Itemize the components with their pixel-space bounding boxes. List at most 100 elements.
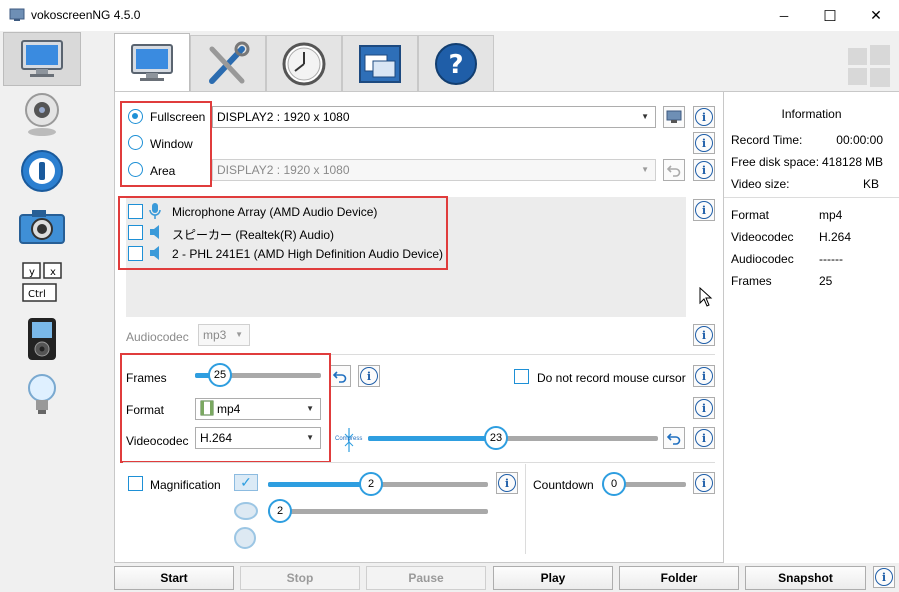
snapshot-button[interactable]: Snapshot bbox=[745, 566, 866, 590]
app-icon bbox=[9, 8, 25, 21]
info-audiocodec-value: ------ bbox=[819, 252, 843, 266]
folder-button[interactable]: Folder bbox=[619, 566, 739, 590]
videocodec-info-button[interactable]: i bbox=[693, 427, 715, 449]
free-disk-label: Free disk space: bbox=[731, 155, 820, 169]
compress-slider-fill bbox=[368, 436, 496, 441]
magnification-size-slider-track[interactable] bbox=[268, 509, 488, 514]
tab-help[interactable]: ? bbox=[418, 35, 494, 91]
compress-slider-handle[interactable]: 23 bbox=[484, 426, 508, 450]
sidebar-item-showkey[interactable]: y x Ctrl bbox=[3, 256, 81, 310]
screen-detect-button[interactable] bbox=[663, 106, 685, 128]
check-icon: ✓ bbox=[240, 474, 252, 490]
info-icon: i bbox=[360, 367, 378, 385]
tools-icon bbox=[209, 41, 250, 84]
undo-icon bbox=[333, 371, 347, 383]
record-time-label: Record Time: bbox=[731, 133, 803, 147]
player-icon bbox=[21, 150, 63, 192]
area-info-button[interactable]: i bbox=[693, 159, 715, 181]
mouse-cursor-info-button[interactable]: i bbox=[693, 365, 715, 387]
info-icon: i bbox=[498, 474, 516, 492]
windows-logo-icon bbox=[848, 45, 890, 87]
lightbulb-icon bbox=[28, 374, 56, 414]
free-disk-unit: MB bbox=[865, 155, 883, 169]
fullscreen-display-select[interactable]: DISPLAY2 : 1920 x 1080 ▼ bbox=[212, 106, 656, 128]
magnification-checkbox[interactable] bbox=[128, 476, 143, 491]
area-display-value: DISPLAY2 : 1920 x 1080 bbox=[217, 163, 350, 177]
compress-slider-track[interactable] bbox=[368, 436, 658, 441]
start-button[interactable]: Start bbox=[114, 566, 234, 590]
record-time-value: 00:00:00 bbox=[836, 133, 883, 147]
frames-reset-button[interactable] bbox=[329, 365, 351, 387]
close-button[interactable]: ✕ bbox=[853, 0, 899, 31]
mouse-cursor-checkbox[interactable] bbox=[514, 369, 529, 384]
screen-settings-panel: Fullscreen Window Area DISPLAY2 : 1920 x… bbox=[114, 91, 724, 563]
chevron-down-icon: ▼ bbox=[641, 165, 649, 174]
info-frames-value: 25 bbox=[819, 274, 833, 288]
sidebar: y x Ctrl bbox=[0, 32, 84, 592]
audio-info-button[interactable]: i bbox=[693, 199, 715, 221]
fullscreen-info-button[interactable]: i bbox=[693, 106, 715, 128]
sidebar-item-tips[interactable] bbox=[3, 368, 81, 422]
buttons-info-button[interactable]: i bbox=[873, 566, 895, 588]
countdown-value: 0 bbox=[610, 478, 618, 490]
pause-button[interactable]: Pause bbox=[366, 566, 486, 590]
info-icon: i bbox=[875, 568, 893, 586]
area-display-select: DISPLAY2 : 1920 x 1080 ▼ bbox=[212, 159, 656, 181]
undo-icon bbox=[667, 433, 681, 445]
info-format-label: Format bbox=[731, 208, 770, 222]
magnification-label: Magnification bbox=[150, 478, 221, 492]
sidebar-item-media[interactable] bbox=[3, 312, 81, 366]
info-icon: i bbox=[695, 326, 713, 344]
magnification-size-slider-handle[interactable]: 2 bbox=[268, 499, 292, 523]
magnification-info-button[interactable]: i bbox=[496, 472, 518, 494]
magnification-value: 2 bbox=[367, 478, 375, 490]
compress-reset-button[interactable] bbox=[663, 427, 685, 449]
tab-tools[interactable] bbox=[190, 35, 266, 91]
info-audiocodec-label: Audiocodec bbox=[731, 252, 794, 266]
chevron-down-icon: ▼ bbox=[235, 330, 243, 339]
clock-icon bbox=[282, 42, 326, 85]
maximize-button[interactable]: ☐ bbox=[807, 0, 853, 31]
maximize-icon: ☐ bbox=[823, 7, 837, 25]
divider-vertical bbox=[525, 464, 526, 554]
media-player-icon bbox=[28, 318, 56, 360]
fullscreen-display-value: DISPLAY2 : 1920 x 1080 bbox=[217, 110, 350, 124]
tab-screen[interactable] bbox=[114, 33, 190, 92]
countdown-label: Countdown bbox=[533, 478, 594, 492]
magnification-slider-handle[interactable]: 2 bbox=[359, 472, 383, 496]
audiocodec-info-button[interactable]: i bbox=[693, 324, 715, 346]
magnifier-circle-option[interactable] bbox=[234, 527, 256, 549]
sidebar-item-snapshot[interactable] bbox=[3, 200, 81, 254]
stop-button[interactable]: Stop bbox=[240, 566, 360, 590]
info-icon: i bbox=[695, 161, 713, 179]
key-x: x bbox=[50, 267, 56, 278]
highlight-video-settings bbox=[120, 353, 331, 463]
countdown-slider-handle[interactable]: 0 bbox=[602, 472, 626, 496]
sidebar-item-player[interactable] bbox=[3, 144, 81, 198]
information-panel: Information Record Time: 00:00:00 Free d… bbox=[724, 91, 899, 563]
countdown-info-button[interactable]: i bbox=[693, 472, 715, 494]
video-size-label: Video size: bbox=[731, 177, 790, 191]
tab-windows[interactable] bbox=[342, 35, 418, 91]
play-button[interactable]: Play bbox=[493, 566, 613, 590]
sidebar-item-camera[interactable] bbox=[3, 88, 81, 142]
info-videocodec-value: H.264 bbox=[819, 230, 852, 244]
info-icon: i bbox=[695, 429, 713, 447]
info-icon: i bbox=[695, 201, 713, 219]
magnifier-rectangle-option[interactable]: ✓ bbox=[234, 474, 258, 491]
audiocodec-select: mp3 ▼ bbox=[198, 324, 250, 346]
information-title: Information bbox=[781, 107, 842, 121]
magnifier-ellipse-option[interactable] bbox=[234, 502, 258, 520]
highlight-capture-modes bbox=[120, 101, 212, 187]
window-title: vokoscreenNG 4.5.0 bbox=[31, 8, 141, 22]
format-info-button[interactable]: i bbox=[693, 397, 715, 419]
area-reset-button bbox=[663, 159, 685, 181]
window-info-button[interactable]: i bbox=[693, 132, 715, 154]
tab-timer[interactable] bbox=[266, 35, 342, 91]
minimize-button[interactable]: ─ bbox=[761, 0, 807, 31]
sidebar-item-screen[interactable] bbox=[3, 32, 81, 86]
mouse-cursor-label: Do not record mouse cursor bbox=[537, 371, 686, 385]
info-icon: i bbox=[695, 474, 713, 492]
frames-info-button[interactable]: i bbox=[358, 365, 380, 387]
free-disk-value: 418128 bbox=[822, 155, 863, 169]
